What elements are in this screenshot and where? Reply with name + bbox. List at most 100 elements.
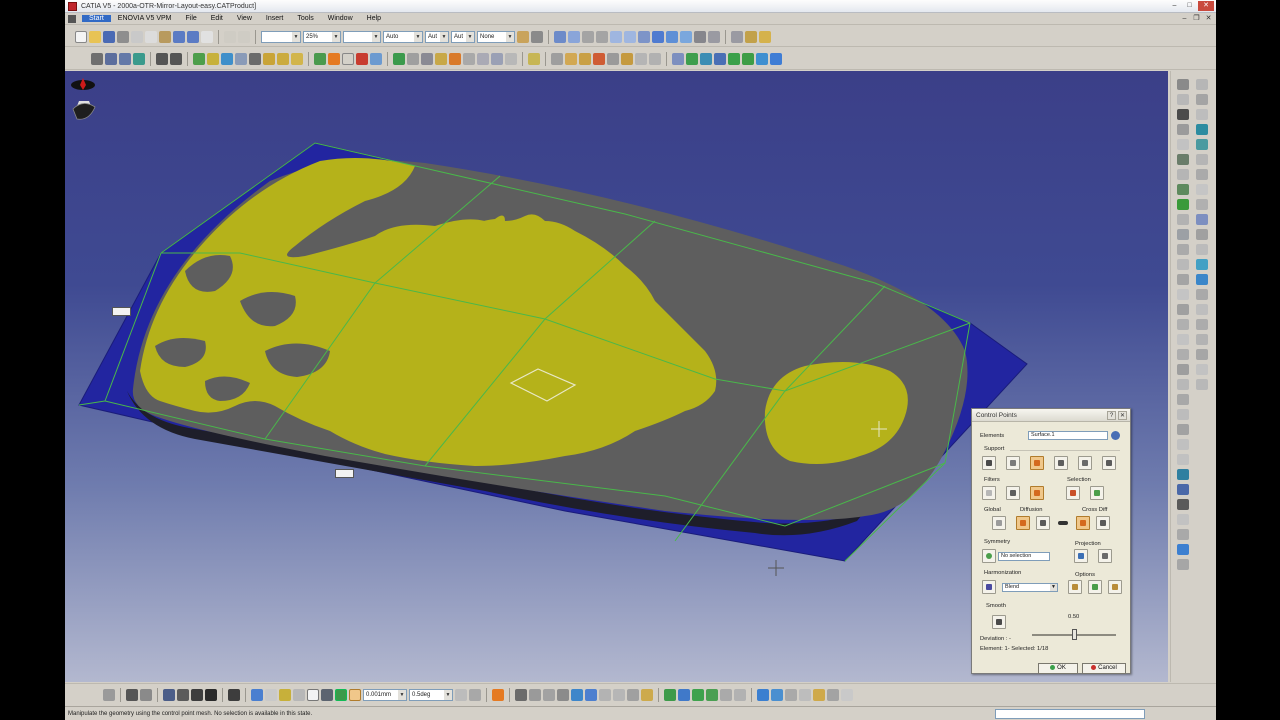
spline-icon[interactable] (207, 53, 219, 65)
symmetry-button[interactable] (982, 549, 996, 563)
new-icon[interactable] (75, 30, 87, 43)
wrap-icon[interactable] (813, 689, 825, 701)
redo-icon[interactable] (187, 30, 199, 43)
spline-draw-icon[interactable] (557, 689, 569, 701)
layer-combo[interactable]: Aut ▼ (451, 30, 475, 43)
formula-icon[interactable] (126, 689, 138, 701)
symmetry-field[interactable]: No selection (998, 552, 1050, 561)
shading-icon[interactable] (680, 30, 692, 43)
view-icon[interactable] (1177, 454, 1189, 465)
rotate-icon[interactable] (596, 30, 608, 43)
corner-icon[interactable] (1177, 229, 1189, 240)
clipping-icon[interactable] (1196, 244, 1208, 255)
frame-icon[interactable] (307, 689, 319, 701)
support-plane-button[interactable] (1078, 456, 1092, 470)
fillet-icon[interactable] (1177, 259, 1189, 270)
plane-icon[interactable] (133, 53, 145, 65)
hide-icon[interactable] (1196, 139, 1208, 150)
connect-checker-icon[interactable] (551, 53, 563, 65)
analysis-icon[interactable] (1196, 79, 1208, 90)
mesh-tag-bottom[interactable]: ​ (335, 469, 354, 478)
stretch-icon[interactable] (827, 689, 839, 701)
fill-icon[interactable] (291, 53, 303, 65)
cross-diffusion-linear-button[interactable] (1096, 516, 1110, 530)
angle-combo[interactable]: 0.5deg ▼ (409, 689, 453, 701)
menu-enovia[interactable]: ENOVIA V5 VPM (111, 15, 179, 22)
corner-icon[interactable] (221, 53, 233, 65)
symmetry-op-icon[interactable] (771, 689, 783, 701)
compass-tools-icon[interactable] (672, 53, 684, 65)
extract-curve-icon[interactable] (321, 689, 333, 701)
curve-icon[interactable] (193, 53, 205, 65)
healing-icon[interactable] (1177, 334, 1189, 345)
workbench-switch-icon[interactable] (103, 689, 115, 701)
hide-show-icon[interactable] (694, 30, 706, 43)
sketch-plane-icon[interactable] (1177, 94, 1189, 105)
styling-fillet-icon[interactable] (407, 53, 419, 65)
reflect-lines-icon[interactable] (607, 53, 619, 65)
render-combo[interactable]: None ▼ (477, 30, 515, 43)
extract-icon[interactable] (1177, 349, 1189, 360)
isoparam-icon[interactable] (249, 53, 261, 65)
maximize-button[interactable]: □ (1183, 1, 1196, 11)
comment-icon[interactable] (140, 689, 152, 701)
project-curve-icon[interactable] (585, 689, 597, 701)
line-draw-icon[interactable] (529, 689, 541, 701)
deselect-button[interactable] (1090, 486, 1104, 500)
stretch-view-icon[interactable] (449, 53, 461, 65)
extend-icon[interactable] (720, 689, 732, 701)
highlight-lines-icon[interactable] (621, 53, 633, 65)
command-input[interactable] (995, 709, 1145, 719)
cutting-planes-icon[interactable] (593, 53, 605, 65)
disassemble-icon[interactable] (491, 53, 503, 65)
close-button[interactable]: ✕ (1198, 1, 1214, 11)
curve-deform-icon[interactable] (785, 689, 797, 701)
circle-icon[interactable] (599, 689, 611, 701)
knowledge-icon[interactable] (1177, 514, 1189, 525)
vector-icon[interactable] (757, 689, 769, 701)
compass-icon[interactable] (65, 71, 105, 131)
multi-view-icon[interactable] (652, 30, 664, 43)
concatenate-icon[interactable] (463, 53, 475, 65)
texture-icon[interactable] (1196, 289, 1208, 300)
dialog-title-bar[interactable]: Control Points ? ✕ (972, 409, 1130, 422)
macro-icon[interactable] (1177, 529, 1189, 540)
swap-visible-icon[interactable] (708, 30, 720, 43)
point-icon[interactable] (105, 53, 117, 65)
cancel-button[interactable]: Cancel (1082, 663, 1126, 674)
curvature-icon[interactable] (1196, 94, 1208, 105)
undo-icon[interactable] (173, 30, 185, 43)
draft-analysis-icon[interactable] (635, 53, 647, 65)
option-project-button[interactable] (1068, 580, 1082, 594)
revolve-icon[interactable] (342, 53, 354, 65)
section-icon[interactable] (1196, 229, 1208, 240)
normal-view-icon[interactable] (638, 30, 650, 43)
flag-icon[interactable] (1196, 364, 1208, 375)
ellipse-icon[interactable] (613, 689, 625, 701)
translate-icon[interactable] (728, 53, 740, 65)
shape-mapping-icon[interactable] (734, 689, 746, 701)
support-mesh-lines-button[interactable] (982, 456, 996, 470)
converter-icon[interactable] (505, 53, 517, 65)
elements-list-icon[interactable] (1111, 431, 1120, 440)
distance-analysis-icon[interactable] (565, 53, 577, 65)
blend-icon[interactable] (370, 53, 382, 65)
pan-icon[interactable] (582, 30, 594, 43)
zoom-out-icon[interactable] (624, 30, 636, 43)
annotation-icon[interactable] (1196, 334, 1208, 345)
constraint-icon[interactable] (1177, 124, 1189, 135)
measure-item-icon[interactable] (1177, 439, 1189, 450)
arrow-right-icon[interactable] (170, 53, 182, 65)
menu-window[interactable]: Window (321, 15, 360, 22)
part-icon[interactable] (163, 689, 175, 701)
arrow-left-icon[interactable] (156, 53, 168, 65)
material-icon[interactable] (1196, 274, 1208, 285)
offset-icon[interactable] (277, 53, 289, 65)
smooth-slider-thumb[interactable] (1071, 629, 1077, 640)
global-deform-icon[interactable] (706, 689, 718, 701)
line-icon[interactable] (119, 53, 131, 65)
tolerance-combo[interactable]: 0.001mm ▼ (363, 689, 407, 701)
cross-diffusion-button[interactable] (1076, 516, 1090, 530)
capture-icon[interactable] (1196, 304, 1208, 315)
body-icon[interactable] (177, 689, 189, 701)
